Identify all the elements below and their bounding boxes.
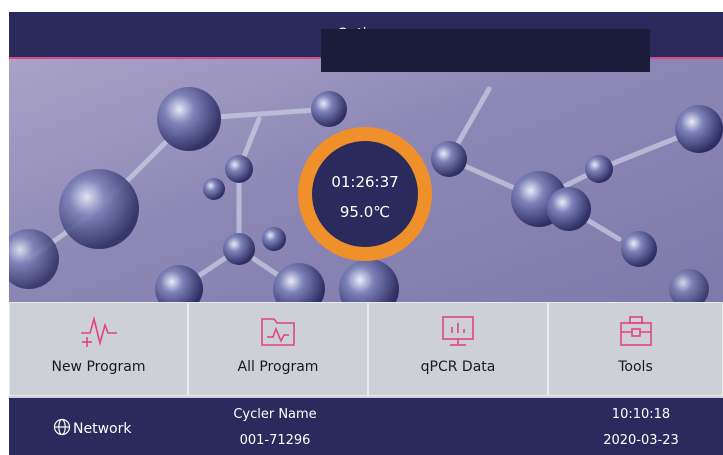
status-bar: Network Cycler Name 001-71296 10:10:18 2… <box>9 398 723 455</box>
block-temperature: 95.0℃ <box>339 203 391 221</box>
network-button[interactable]: Network <box>53 418 131 440</box>
qpcr-data-label: qPCR Data <box>420 359 496 375</box>
app-frame: Optimur <box>9 12 723 455</box>
main-menu: New Program All Program qPCR Data Tools <box>9 302 723 398</box>
run-status-dial: 01:26:37 95.0℃ <box>298 127 432 261</box>
new-program-label: New Program <box>51 359 146 375</box>
clock-date: 2020-03-23 <box>603 433 679 448</box>
folder-chart-icon <box>258 313 298 353</box>
qpcr-data-button[interactable]: qPCR Data <box>368 302 548 396</box>
tools-label: Tools <box>618 359 653 375</box>
elapsed-time: 01:26:37 <box>331 173 399 191</box>
pulse-plus-icon <box>79 313 119 353</box>
cycler-name-label: Cycler Name <box>233 407 317 422</box>
cycler-name-value: 001-71296 <box>239 433 311 448</box>
tools-button[interactable]: Tools <box>548 302 723 396</box>
network-label: Network <box>73 421 132 437</box>
new-program-button[interactable]: New Program <box>9 302 188 396</box>
run-status-center: 01:26:37 95.0℃ <box>312 141 418 247</box>
globe-icon <box>53 418 71 440</box>
toolbox-icon <box>616 313 656 353</box>
redaction-bar <box>321 29 650 72</box>
monitor-chart-icon <box>438 313 478 353</box>
all-program-button[interactable]: All Program <box>188 302 368 396</box>
all-program-label: All Program <box>237 359 319 375</box>
hero-background: 01:26:37 95.0℃ <box>9 59 723 302</box>
clock-time: 10:10:18 <box>611 407 671 422</box>
